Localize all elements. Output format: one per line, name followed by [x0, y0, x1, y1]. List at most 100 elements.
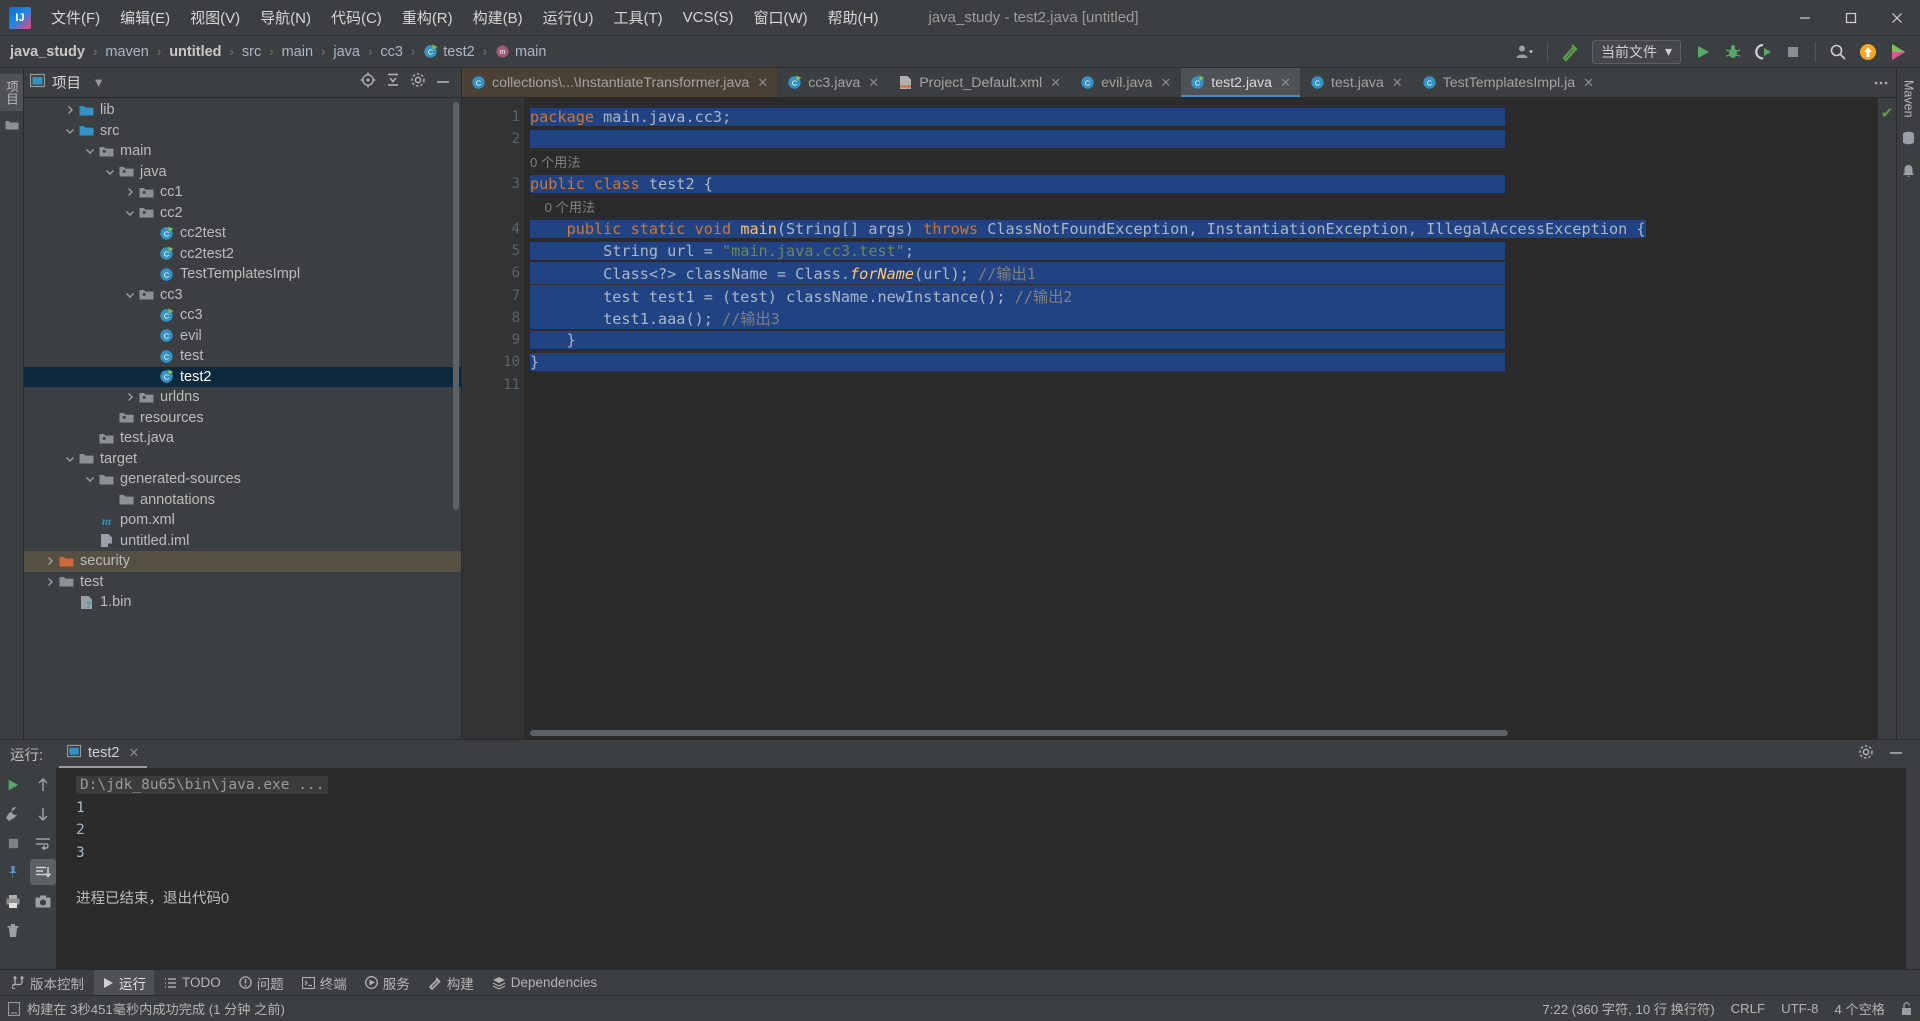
chevron-right-icon[interactable]	[122, 187, 137, 197]
gutter-line[interactable]	[462, 195, 524, 217]
tree-node-lib[interactable]: lib	[24, 100, 461, 121]
tree-node-cc3[interactable]: Ccc3	[24, 305, 461, 326]
chevron-right-icon[interactable]	[62, 105, 77, 115]
code-line[interactable]: package main.java.cc3;	[524, 106, 1878, 128]
notifications-icon[interactable]	[1902, 164, 1915, 183]
tree-node-cc2test2[interactable]: Ccc2test2	[24, 244, 461, 265]
update-icon[interactable]	[1854, 39, 1882, 65]
run-console-output[interactable]: D:\jdk_8u65\bin\java.exe ... 1 2 3 进程已结束，退出…	[56, 768, 1920, 969]
gutter-line[interactable]: 11	[462, 374, 524, 396]
close-icon[interactable]: ✕	[1392, 75, 1403, 91]
gutter-line[interactable]: 8	[462, 307, 524, 329]
editor-tab-cc3java[interactable]: Ccc3.java ✕	[778, 68, 890, 97]
code-line[interactable]: }	[524, 329, 1878, 351]
code-line[interactable]: String url = "main.java.cc3.test";	[524, 240, 1878, 262]
menu-edit[interactable]: 编辑(E)	[110, 3, 180, 32]
gutter-line[interactable]: 2	[462, 128, 524, 150]
status-event-icon[interactable]	[8, 1001, 20, 1016]
camera-icon[interactable]	[30, 888, 56, 914]
breadcrumb-item-maven[interactable]: maven	[103, 44, 151, 60]
editor-tab-eviljava[interactable]: Cevil.java ✕	[1071, 68, 1182, 97]
run-configuration-selector[interactable]: 当前文件 ▾	[1591, 39, 1681, 64]
database-icon[interactable]	[1902, 131, 1915, 150]
tree-node-resources[interactable]: resources	[24, 408, 461, 429]
build-hammer-icon[interactable]	[1556, 39, 1584, 65]
structure-icon[interactable]	[5, 118, 19, 136]
status-message[interactable]: 构建在 3秒451毫秒内成功完成 (1 分钟 之前)	[27, 999, 285, 1018]
gutter-line[interactable]: 6	[462, 262, 524, 284]
editor-tab-projectdefaultxml[interactable]: Project_Default.xml ✕	[889, 68, 1072, 97]
close-icon[interactable]: ✕	[757, 75, 768, 91]
tree-node-urldns[interactable]: urldns	[24, 387, 461, 408]
breadcrumb-item-javastudy[interactable]: java_study	[8, 44, 87, 60]
caret-position[interactable]: 7:22 (360 字符, 10 行 换行符)	[1542, 999, 1714, 1018]
run-tab-test2[interactable]: test2 ✕	[59, 741, 148, 768]
tree-node-main[interactable]: main	[24, 141, 461, 162]
wrench-icon[interactable]	[0, 801, 26, 827]
code-line[interactable]: public class test2 {	[524, 173, 1878, 195]
toolwindow-button-[interactable]: 服务	[357, 970, 418, 996]
chevron-down-icon[interactable]	[82, 474, 97, 484]
close-icon[interactable]: ✕	[868, 75, 879, 91]
tree-node-pomxml[interactable]: m pom.xml	[24, 510, 461, 531]
lock-open-icon[interactable]	[1901, 1001, 1912, 1016]
code-line[interactable]: 0 个用法	[524, 195, 1878, 217]
chevron-down-icon[interactable]	[102, 167, 117, 177]
settings-icon[interactable]	[1858, 744, 1874, 765]
editor-tabs-overflow[interactable]	[1866, 68, 1896, 97]
minimize-icon[interactable]	[1888, 745, 1904, 763]
sidebar-item-project[interactable]: 项目	[0, 74, 23, 111]
run-icon[interactable]	[1689, 39, 1717, 65]
tree-node-testtemplatesimpl[interactable]: C TestTemplatesImpl	[24, 264, 461, 285]
menu-view[interactable]: 视图(V)	[180, 3, 250, 32]
file-encoding[interactable]: UTF-8	[1781, 1001, 1818, 1016]
tree-node-test2[interactable]: Ctest2	[24, 366, 461, 387]
menu-code[interactable]: 代码(C)	[321, 3, 392, 32]
breadcrumb-item-cc3[interactable]: cc3	[378, 44, 405, 60]
tree-node-java[interactable]: java	[24, 162, 461, 183]
tree-node-generatedsources[interactable]: generated-sources	[24, 469, 461, 490]
tree-node-cc2[interactable]: cc2	[24, 203, 461, 224]
pin-icon[interactable]	[0, 859, 26, 885]
code-line[interactable]: }	[524, 351, 1878, 373]
breadcrumb-item-test2[interactable]: Ctest2	[421, 44, 476, 60]
editor-tab-testjava[interactable]: Ctest.java ✕	[1300, 68, 1413, 97]
chevron-down-icon[interactable]	[122, 208, 137, 218]
code-line[interactable]: test1.aaa(); //输出3	[524, 306, 1878, 329]
menu-help[interactable]: 帮助(H)	[818, 3, 889, 32]
project-tree[interactable]: lib src main java cc1 cc2 Ccc2test Ccc2test2 C Te…	[24, 98, 461, 739]
tree-node-cc1[interactable]: cc1	[24, 182, 461, 203]
user-dropdown-icon[interactable]	[1511, 39, 1539, 65]
toolwindow-button-[interactable]: 终端	[294, 970, 355, 996]
toolwindow-button-[interactable]: 版本控制	[4, 970, 92, 996]
chevron-down-icon[interactable]	[62, 126, 77, 136]
tree-node-untitlediml[interactable]: untitled.iml	[24, 531, 461, 552]
run-coverage-icon[interactable]	[1749, 39, 1777, 65]
tree-node-testjava[interactable]: test.java	[24, 428, 461, 449]
toolwindow-button-dependencies[interactable]: Dependencies	[484, 972, 605, 993]
stop-icon[interactable]	[0, 830, 26, 856]
locate-icon[interactable]	[360, 72, 376, 93]
gutter-line[interactable]: 4	[462, 217, 538, 239]
code-line[interactable]	[524, 128, 1878, 150]
menu-run[interactable]: 运行(U)	[533, 3, 604, 32]
gutter-line[interactable]: 10	[462, 351, 524, 373]
indent-setting[interactable]: 4 个空格	[1834, 999, 1885, 1018]
code-line[interactable]	[524, 374, 1878, 396]
minimize-button[interactable]	[1782, 0, 1828, 36]
gutter-line[interactable]: 5	[462, 240, 524, 262]
menu-tools[interactable]: 工具(T)	[603, 3, 672, 32]
breadcrumb-item-src[interactable]: src	[240, 44, 263, 60]
breadcrumb-item-main[interactable]: m main	[493, 44, 548, 60]
toolwindow-button-todo[interactable]: TODO	[156, 972, 229, 993]
rerun-icon[interactable]	[0, 772, 26, 798]
down-arrow-icon[interactable]	[30, 801, 56, 827]
tree-node-cc3[interactable]: cc3	[24, 285, 461, 306]
gutter-line[interactable]: 9	[462, 329, 556, 351]
project-tree-scrollbar[interactable]	[453, 102, 459, 510]
toolwindow-button-[interactable]: 问题	[231, 970, 292, 996]
close-icon[interactable]: ✕	[1160, 75, 1171, 91]
scroll-to-end-icon[interactable]	[30, 859, 56, 885]
editor-gutter[interactable]: 1 2 3 4 5 6 7 8 9 10 11	[462, 98, 556, 739]
hide-icon[interactable]	[435, 74, 451, 92]
